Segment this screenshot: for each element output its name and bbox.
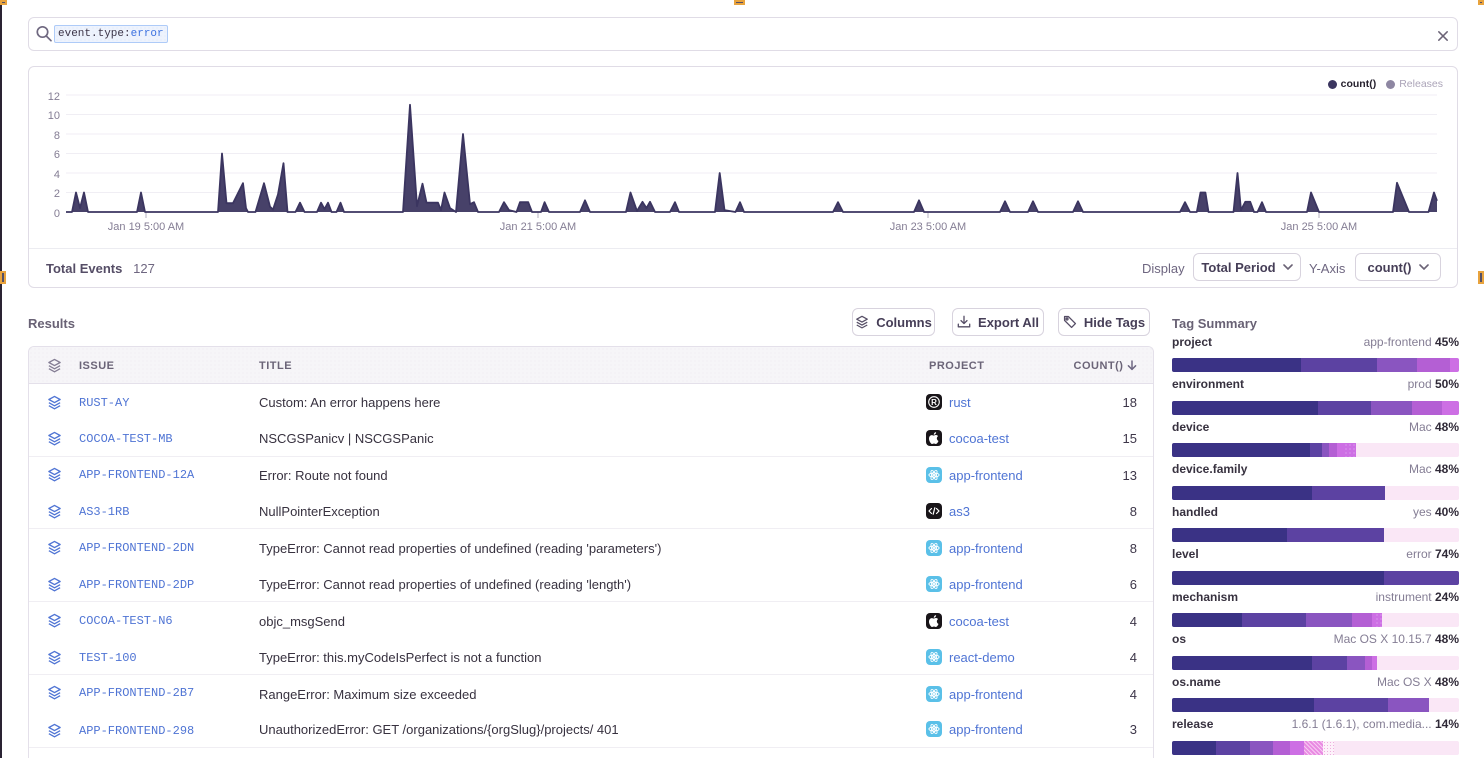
svg-text:R: R xyxy=(931,398,937,407)
